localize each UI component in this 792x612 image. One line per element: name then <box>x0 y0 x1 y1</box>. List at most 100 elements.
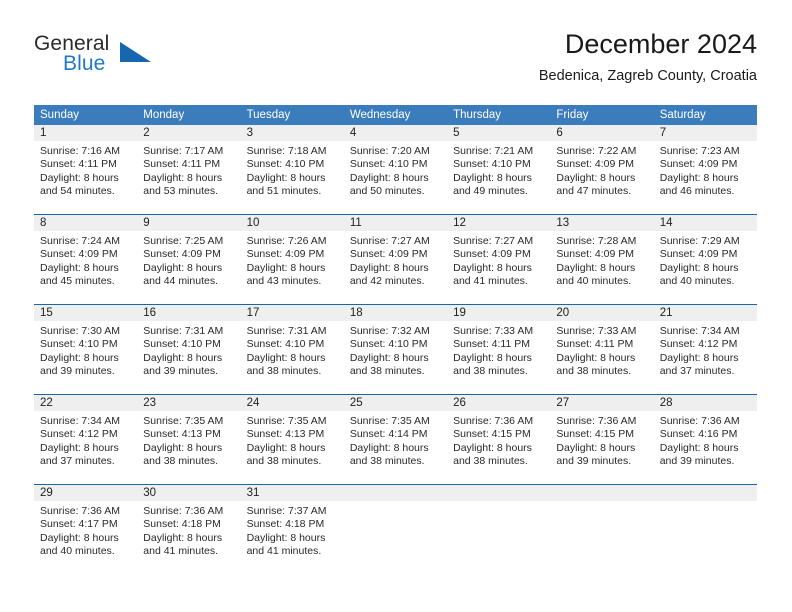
daylight-text-line1: Daylight: 8 hours <box>556 351 636 364</box>
calendar-day-cell[interactable]: 23 Sunrise: 7:35 AM Sunset: 4:13 PM Dayligh… <box>137 395 241 484</box>
daylight-text-line2: and 45 minutes. <box>40 275 115 288</box>
sunset-text: Sunset: 4:09 PM <box>659 248 738 261</box>
day-number: 17 <box>246 307 260 319</box>
sunrise-text: Sunrise: 7:16 AM <box>40 145 120 157</box>
calendar-day-cell-empty <box>447 485 551 574</box>
day-number-strip: 22 <box>34 395 138 411</box>
sunrise-text: Sunrise: 7:34 AM <box>40 415 120 427</box>
calendar-day-cell[interactable]: 10 Sunrise: 7:26 AM Sunset: 4:09 PM Dayligh… <box>240 215 344 304</box>
general-blue-logo[interactable]: General Blue <box>34 32 234 88</box>
day-details <box>654 501 757 505</box>
calendar-day-cell[interactable]: 13 Sunrise: 7:28 AM Sunset: 4:09 PM Dayligh… <box>550 215 654 304</box>
calendar-day-cell[interactable]: 27 Sunrise: 7:36 AM Sunset: 4:15 PM Dayligh… <box>550 395 654 484</box>
calendar-day-cell[interactable]: 22 Sunrise: 7:34 AM Sunset: 4:12 PM Dayligh… <box>34 395 138 484</box>
day-number-strip <box>550 485 654 501</box>
calendar-day-cell[interactable]: 20 Sunrise: 7:33 AM Sunset: 4:11 PM Dayligh… <box>550 305 654 394</box>
sunrise-text: Sunrise: 7:36 AM <box>453 415 534 427</box>
day-number-strip: 13 <box>550 215 654 231</box>
sunset-text: Sunset: 4:12 PM <box>40 428 118 441</box>
daylight-text-line2: and 51 minutes. <box>246 185 322 198</box>
blue-triangle-icon <box>120 42 151 62</box>
calendar-day-cell[interactable]: 25 Sunrise: 7:35 AM Sunset: 4:14 PM Dayligh… <box>343 395 448 484</box>
day-number: 18 <box>349 307 363 319</box>
day-details: Sunrise: 7:22 AM Sunset: 4:09 PM Daylight:… <box>550 141 653 199</box>
sunrise-text: Sunrise: 7:35 AM <box>349 415 430 427</box>
calendar-day-cell[interactable]: 16 Sunrise: 7:31 AM Sunset: 4:10 PM Dayligh… <box>137 305 241 394</box>
sunrise-text: Sunrise: 7:32 AM <box>349 325 430 337</box>
daylight-text-line1: Daylight: 8 hours <box>246 351 326 364</box>
calendar-day-cell[interactable]: 6 Sunrise: 7:22 AM Sunset: 4:09 PM Daylight… <box>550 125 654 214</box>
calendar-day-cell[interactable]: 5 Sunrise: 7:21 AM Sunset: 4:10 PM Daylight… <box>447 125 551 214</box>
day-number: 11 <box>349 217 362 229</box>
calendar-day-cell[interactable]: 3 Sunrise: 7:18 AM Sunset: 4:10 PM Daylight… <box>240 125 344 214</box>
daylight-text-line2: and 47 minutes. <box>556 185 632 198</box>
day-number: 12 <box>453 217 466 229</box>
day-details: Sunrise: 7:37 AM Sunset: 4:18 PM Daylight:… <box>241 501 344 559</box>
daylight-text-line1: Daylight: 8 hours <box>349 261 429 274</box>
calendar-day-cell[interactable]: 28 Sunrise: 7:36 AM Sunset: 4:16 PM Dayligh… <box>653 395 757 484</box>
daylight-text-line2: and 43 minutes. <box>246 275 322 288</box>
sunrise-text: Sunrise: 7:29 AM <box>659 235 740 247</box>
sunrise-text: Sunrise: 7:36 AM <box>556 415 637 427</box>
calendar-day-cell[interactable]: 19 Sunrise: 7:33 AM Sunset: 4:11 PM Dayligh… <box>447 305 551 394</box>
calendar-day-cell[interactable]: 7 Sunrise: 7:23 AM Sunset: 4:09 PM Daylight… <box>653 125 757 214</box>
calendar-day-cell[interactable]: 4 Sunrise: 7:20 AM Sunset: 4:10 PM Daylight… <box>343 125 448 214</box>
day-details: Sunrise: 7:24 AM Sunset: 4:09 PM Daylight:… <box>34 231 137 289</box>
calendar-day-cell[interactable]: 1 Sunrise: 7:16 AM Sunset: 4:11 PM Daylight… <box>34 125 138 214</box>
calendar-day-cell[interactable]: 26 Sunrise: 7:36 AM Sunset: 4:15 PM Dayligh… <box>447 395 551 484</box>
daylight-text-line1: Daylight: 8 hours <box>40 351 119 364</box>
day-details <box>550 501 653 505</box>
sunset-text: Sunset: 4:11 PM <box>143 158 221 171</box>
day-details: Sunrise: 7:16 AM Sunset: 4:11 PM Daylight:… <box>34 141 137 199</box>
sunrise-text: Sunrise: 7:24 AM <box>40 235 120 247</box>
day-details: Sunrise: 7:25 AM Sunset: 4:09 PM Daylight:… <box>137 231 240 289</box>
calendar-week-row: 29 Sunrise: 7:36 AM Sunset: 4:17 PM Dayligh… <box>34 484 757 574</box>
daylight-text-line2: and 49 minutes. <box>453 185 528 198</box>
calendar-day-cell[interactable]: 14 Sunrise: 7:29 AM Sunset: 4:09 PM Dayligh… <box>653 215 757 304</box>
calendar-day-cell[interactable]: 17 Sunrise: 7:31 AM Sunset: 4:10 PM Dayligh… <box>240 305 344 394</box>
calendar-day-cell[interactable]: 12 Sunrise: 7:27 AM Sunset: 4:09 PM Dayligh… <box>447 215 551 304</box>
calendar-day-cell[interactable]: 24 Sunrise: 7:35 AM Sunset: 4:13 PM Dayligh… <box>240 395 344 484</box>
day-number-strip: 10 <box>240 215 344 231</box>
calendar-day-cell[interactable]: 30 Sunrise: 7:36 AM Sunset: 4:18 PM Dayligh… <box>137 485 241 574</box>
calendar-day-cell[interactable]: 18 Sunrise: 7:32 AM Sunset: 4:10 PM Dayligh… <box>343 305 448 394</box>
calendar-day-cell[interactable]: 8 Sunrise: 7:24 AM Sunset: 4:09 PM Daylight… <box>34 215 138 304</box>
day-details: Sunrise: 7:36 AM Sunset: 4:18 PM Daylight:… <box>137 501 240 559</box>
sunset-text: Sunset: 4:15 PM <box>556 428 635 441</box>
day-number-strip: 5 <box>447 125 551 141</box>
calendar-day-cell[interactable]: 2 Sunrise: 7:17 AM Sunset: 4:11 PM Daylight… <box>137 125 241 214</box>
day-details: Sunrise: 7:34 AM Sunset: 4:12 PM Daylight:… <box>34 411 137 469</box>
daylight-text-line2: and 37 minutes. <box>40 455 115 468</box>
day-number: 26 <box>453 397 466 409</box>
daylight-text-line1: Daylight: 8 hours <box>659 351 739 364</box>
day-number-strip: 12 <box>447 215 551 231</box>
daylight-text-line1: Daylight: 8 hours <box>453 441 532 454</box>
sunrise-text: Sunrise: 7:20 AM <box>349 145 430 157</box>
day-number-strip: 31 <box>240 485 344 501</box>
calendar-day-cell[interactable]: 11 Sunrise: 7:27 AM Sunset: 4:09 PM Dayligh… <box>343 215 448 304</box>
calendar-day-cell[interactable]: 15 Sunrise: 7:30 AM Sunset: 4:10 PM Dayligh… <box>34 305 138 394</box>
calendar-page: General Blue December 2024 Bedenica, Zag… <box>0 0 792 612</box>
day-number: 13 <box>556 217 570 229</box>
day-number-strip <box>653 485 757 501</box>
sunset-text: Sunset: 4:14 PM <box>349 428 428 441</box>
day-details: Sunrise: 7:30 AM Sunset: 4:10 PM Daylight:… <box>34 321 137 379</box>
sunrise-text: Sunrise: 7:31 AM <box>143 325 224 337</box>
sunrise-text: Sunrise: 7:36 AM <box>143 505 224 517</box>
sunrise-text: Sunrise: 7:25 AM <box>143 235 224 247</box>
calendar-day-cell[interactable]: 21 Sunrise: 7:34 AM Sunset: 4:12 PM Dayligh… <box>653 305 757 394</box>
day-number: 24 <box>246 397 260 409</box>
sunset-text: Sunset: 4:09 PM <box>349 248 428 261</box>
calendar-day-cell[interactable]: 29 Sunrise: 7:36 AM Sunset: 4:17 PM Dayligh… <box>34 485 138 574</box>
sunset-text: Sunset: 4:10 PM <box>246 338 325 351</box>
day-number-strip: 16 <box>137 305 241 321</box>
calendar-day-cell[interactable]: 9 Sunrise: 7:25 AM Sunset: 4:09 PM Daylight… <box>137 215 241 304</box>
calendar-week-row: 15 Sunrise: 7:30 AM Sunset: 4:10 PM Dayligh… <box>34 304 757 394</box>
day-number-strip: 3 <box>240 125 344 141</box>
sunset-text: Sunset: 4:15 PM <box>453 428 531 441</box>
page-header: General Blue December 2024 Bedenica, Zag… <box>34 28 757 98</box>
day-number: 7 <box>659 127 667 139</box>
day-number: 10 <box>246 217 260 229</box>
daylight-text-line2: and 40 minutes. <box>556 275 632 288</box>
calendar-day-cell[interactable]: 31 Sunrise: 7:37 AM Sunset: 4:18 PM Dayligh… <box>240 485 344 574</box>
